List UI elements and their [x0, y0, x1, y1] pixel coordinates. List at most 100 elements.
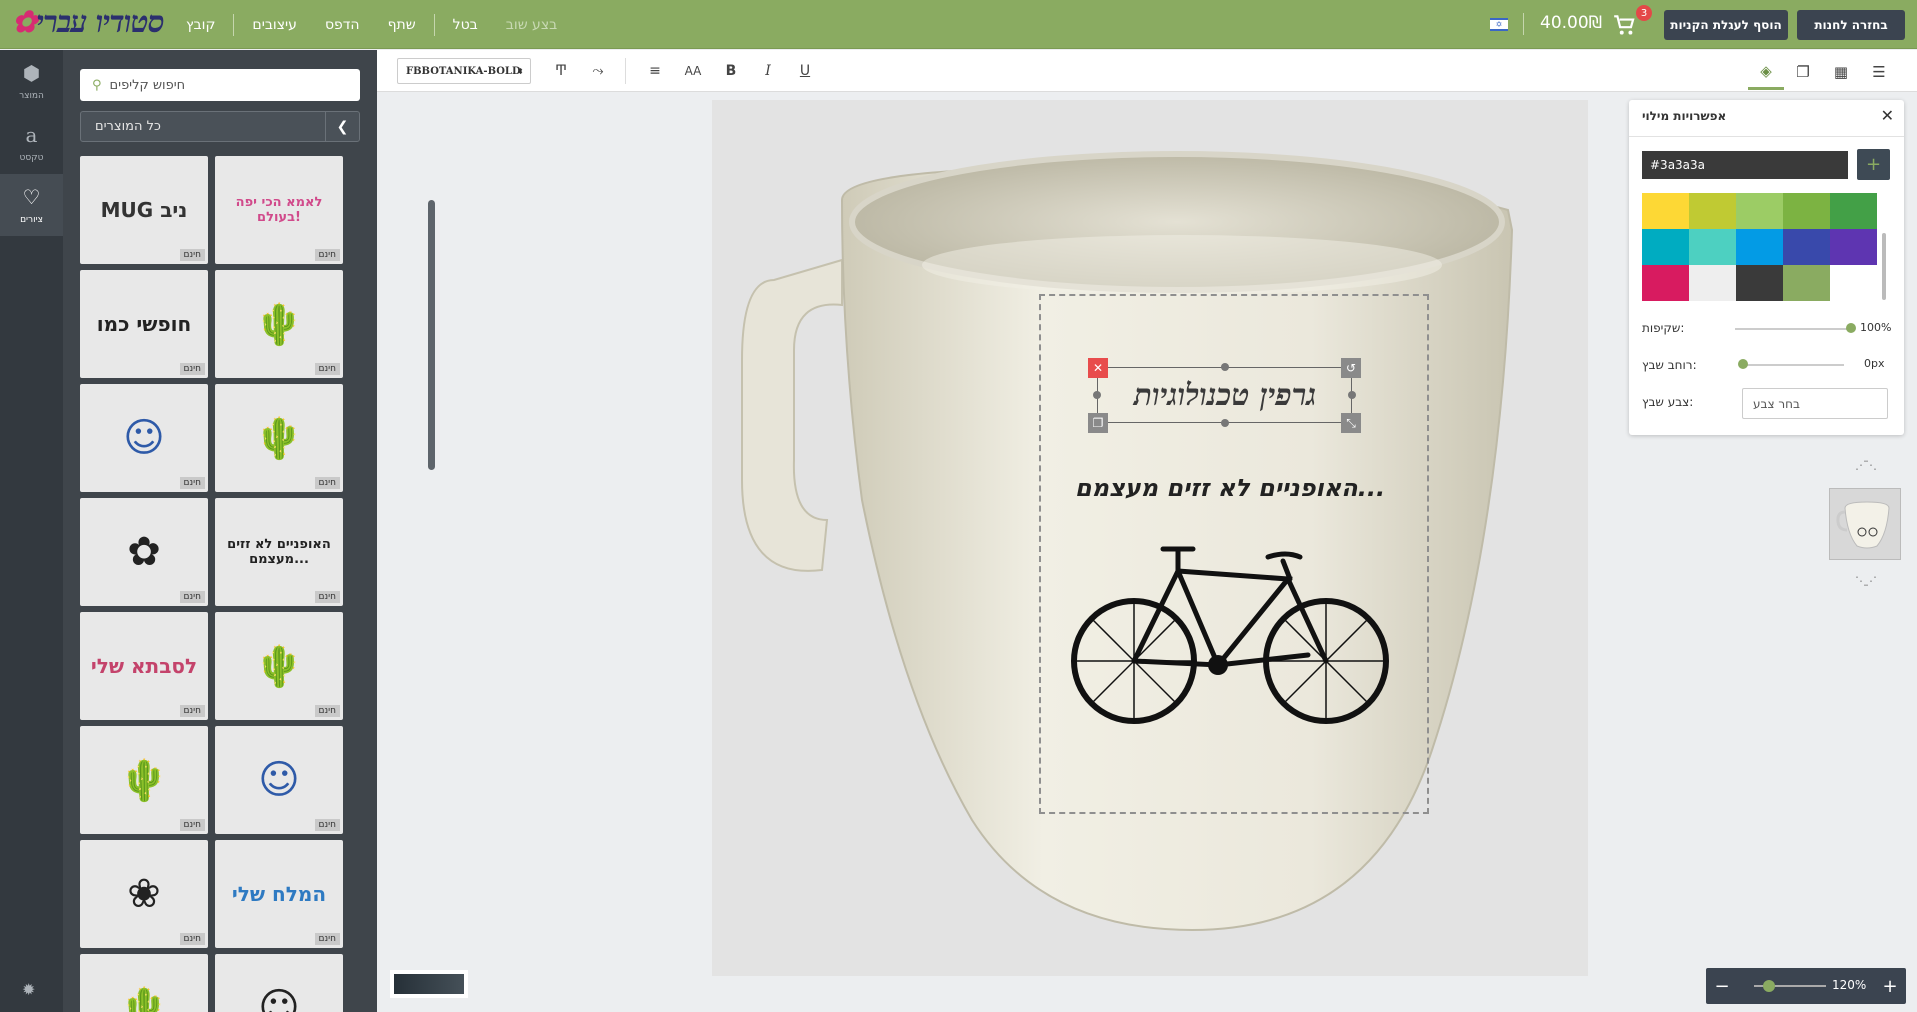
add-to-cart-button[interactable]: הוסף לעגלת הקניות	[1664, 10, 1788, 40]
bicycle-icon[interactable]	[1068, 535, 1392, 735]
menu-print[interactable]: הדפס	[325, 17, 360, 33]
color-swatch[interactable]	[1783, 193, 1830, 229]
clip-thumbnail[interactable]: ✿ חינם	[80, 498, 208, 606]
color-swatch[interactable]	[1736, 265, 1783, 301]
color-swatches	[1642, 193, 1878, 301]
italic-icon[interactable]: I	[754, 59, 782, 83]
clip-thumbnail[interactable]: לאמא הכי יפה בעולם! חינם	[215, 156, 343, 264]
color-swatch[interactable]	[1689, 193, 1736, 229]
menu-redo[interactable]: בצע שוב	[506, 17, 557, 33]
bold-icon[interactable]: B	[717, 59, 745, 83]
delete-icon[interactable]: ✕	[1088, 358, 1108, 378]
clip-thumbnail[interactable]: ☺חינם	[215, 726, 343, 834]
top-bar: ✿סטודיו עברי קובץ עיצובים הדפס שתף בטל ב…	[0, 0, 1917, 49]
rotate-icon[interactable]: ↺	[1341, 358, 1361, 378]
clip-thumbnail[interactable]: 🌵חינם	[80, 726, 208, 834]
logo[interactable]: ✿סטודיו עברי	[12, 5, 165, 40]
fill-bucket-icon[interactable]: ◈	[1748, 54, 1784, 90]
zoom-in-button[interactable]: +	[1874, 968, 1906, 1004]
free-badge: חינם	[179, 819, 205, 831]
nav-product-label: המוצר	[19, 91, 44, 101]
free-badge: חינם	[314, 819, 340, 831]
color-swatch[interactable]	[1783, 229, 1830, 265]
stroke-color-select[interactable]: בחר צבע	[1742, 388, 1888, 419]
font-select[interactable]: FBBOTANIKA-BOLD ⬍	[397, 58, 531, 84]
resize-handle-left[interactable]	[1093, 391, 1101, 399]
menu-file[interactable]: קובץ	[186, 17, 215, 33]
color-swatch[interactable]	[1642, 193, 1689, 229]
underline-icon[interactable]: U	[791, 59, 819, 83]
clip-art: 🌵	[119, 985, 169, 1012]
menu-undo[interactable]: בטל	[453, 17, 478, 33]
background-color-picker[interactable]	[390, 970, 468, 998]
scale-icon[interactable]: ⤡	[1341, 413, 1361, 433]
color-swatch[interactable]	[1830, 193, 1877, 229]
product-filter-select[interactable]: כל המוצרים ❮	[80, 111, 360, 142]
nav-text[interactable]: a טקסט	[0, 112, 63, 174]
clip-thumbnail[interactable]: 🌵חינם	[80, 954, 208, 1012]
zoom-control: − 120% +	[1706, 968, 1906, 1004]
resize-handle-top[interactable]	[1221, 363, 1229, 371]
clip-art: ☺	[123, 415, 165, 461]
grid-icon[interactable]: ▦	[1823, 54, 1859, 90]
nav-clips-label: ציורים	[20, 215, 43, 225]
clip-thumbnail[interactable]: ❀ חינם	[80, 840, 208, 948]
clip-thumbnail[interactable]: ☺חינם	[215, 954, 343, 1012]
color-swatch[interactable]	[1830, 265, 1877, 301]
clip-thumbnail[interactable]: 🌵חינם	[215, 384, 343, 492]
hex-color-input[interactable]: #3a3a3a	[1642, 151, 1848, 179]
zoom-out-button[interactable]: −	[1706, 968, 1738, 1004]
clip-thumbnail[interactable]: האופניים לא זזים מעצמם... חינם	[215, 498, 343, 606]
stroke-width-slider-knob[interactable]	[1738, 359, 1748, 369]
layers-icon[interactable]: ❐	[1785, 54, 1821, 90]
color-swatch[interactable]	[1736, 193, 1783, 229]
color-swatch[interactable]	[1642, 229, 1689, 265]
bug-icon[interactable]: ✹	[22, 980, 35, 999]
back-to-store-button[interactable]: בחזרה לחנות	[1797, 10, 1905, 40]
font-size-icon[interactable]: AA	[679, 59, 707, 83]
page-thumbnail[interactable]	[1829, 488, 1901, 560]
duplicate-icon[interactable]: ❐	[1088, 413, 1108, 433]
clip-thumbnail[interactable]: המלח שלי חינם	[215, 840, 343, 948]
resize-handle-bottom[interactable]	[1221, 419, 1229, 427]
plus-icon[interactable]: +	[1857, 149, 1890, 180]
clip-thumbnail[interactable]: MUG ניב חינם	[80, 156, 208, 264]
clip-thumbnail[interactable]: חופשי כמו חינם	[80, 270, 208, 378]
cart-icon[interactable]	[1612, 12, 1638, 38]
adjust-icon[interactable]: ☰	[1861, 54, 1897, 90]
text-size-icon[interactable]: Ͳ	[547, 59, 575, 83]
close-icon[interactable]: ✕	[1881, 106, 1894, 125]
logo-text: סטודיו עברי	[36, 5, 164, 40]
color-swatch[interactable]	[1689, 229, 1736, 265]
nav-product[interactable]: ⬢ המוצר	[0, 50, 63, 112]
page-down-icon[interactable]: ⋱⋰	[1855, 574, 1877, 588]
color-swatch[interactable]	[1689, 265, 1736, 301]
color-swatch[interactable]	[1736, 229, 1783, 265]
swatch-scrollbar[interactable]	[1882, 233, 1886, 300]
clip-grid-scrollbar[interactable]	[428, 200, 435, 470]
israel-flag-icon[interactable]: ✡	[1490, 18, 1508, 31]
color-swatch[interactable]	[1783, 265, 1830, 301]
opacity-slider[interactable]	[1735, 328, 1851, 330]
clip-thumbnail[interactable]: 🌵חינם	[215, 612, 343, 720]
clip-thumbnail[interactable]: 🌵חינם	[215, 270, 343, 378]
clip-thumbnail[interactable]: ☺חינם	[80, 384, 208, 492]
selection-box[interactable]	[1097, 367, 1352, 423]
clip-thumbnail[interactable]: לסבתא שלי חינם	[80, 612, 208, 720]
menu-designs[interactable]: עיצובים	[252, 17, 297, 33]
curve-text-icon[interactable]: ⤳	[584, 59, 612, 83]
clip-search-input[interactable]: ⚲ חיפוש קליפים	[80, 69, 360, 101]
design-subtitle-text[interactable]: האופניים לא זזים מעצמם...	[1060, 474, 1400, 502]
zoom-slider-knob[interactable]	[1763, 980, 1775, 992]
resize-handle-right[interactable]	[1348, 391, 1356, 399]
menu-share[interactable]: שתף	[388, 17, 416, 33]
clip-art: ❀	[127, 871, 161, 917]
align-center-icon[interactable]: ≡	[641, 59, 669, 83]
stroke-width-slider[interactable]	[1742, 364, 1844, 366]
page-up-icon[interactable]: ⋰⋱	[1855, 458, 1877, 472]
nav-clips[interactable]: ♡ ציורים	[0, 174, 63, 236]
chevron-left-icon[interactable]: ❮	[325, 112, 359, 141]
color-swatch[interactable]	[1642, 265, 1689, 301]
color-swatch[interactable]	[1830, 229, 1877, 265]
opacity-slider-knob[interactable]	[1846, 323, 1856, 333]
